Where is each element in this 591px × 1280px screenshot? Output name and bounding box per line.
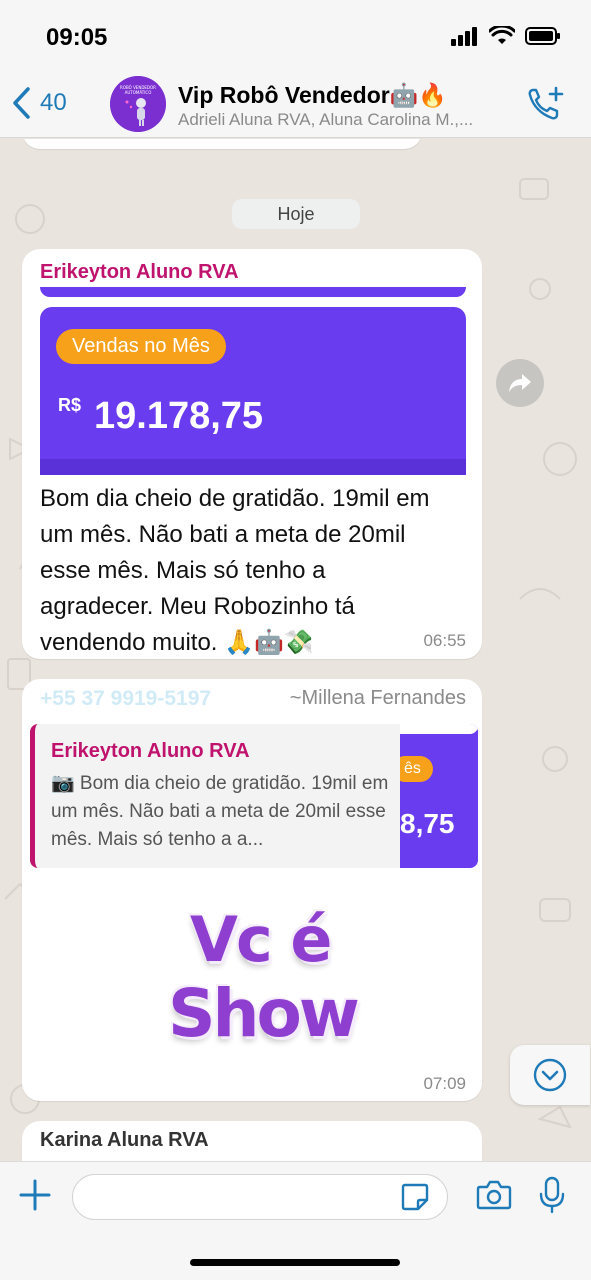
group-avatar[interactable]: ROBÔ VENDEDOR AUTOMÁTICO (110, 76, 166, 132)
chevron-left-icon (13, 87, 30, 119)
message-line: um mês. Não bati a meta de 20mil (40, 521, 406, 548)
add-call-icon (528, 86, 564, 120)
thumbnail-top-strip (400, 724, 478, 734)
message-input[interactable] (72, 1174, 448, 1220)
promo-image-top-strip (40, 287, 466, 297)
camera-icon (476, 1180, 512, 1210)
add-call-button[interactable] (527, 86, 565, 127)
currency-label: R$ (58, 395, 82, 415)
robot-avatar-icon: ROBÔ VENDEDOR AUTOMÁTICO (110, 76, 166, 132)
status-icons (451, 26, 561, 46)
message-line: vendendo muito. 🙏🤖💸 (40, 629, 314, 656)
microphone-button[interactable] (538, 1176, 566, 1219)
status-time: 09:05 (46, 24, 108, 51)
thumbnail-chip: ês (400, 756, 433, 782)
scroll-down-button[interactable] (510, 1045, 590, 1105)
group-name[interactable]: Vip Robô Vendedor🤖🔥 (178, 82, 447, 109)
date-separator: Hoje (232, 199, 360, 229)
group-members: Adrieli Aluna RVA, Aluna Carolina M.,... (178, 110, 474, 129)
chevron-down-icon (533, 1058, 567, 1092)
previous-message-bubble[interactable] (22, 139, 422, 149)
battery-icon (525, 27, 560, 45)
quoted-thumbnail: ês 8,75 (400, 724, 478, 868)
quoted-text: 📷 Bom dia cheio de gratidão. 19mil em um… (51, 773, 389, 850)
promo-card: Vendas no Mês R$ 19.178,75 (40, 307, 466, 475)
sticker-line: Show (168, 975, 360, 1052)
promo-image[interactable]: Vendas no Mês R$ 19.178,75 (40, 287, 466, 475)
sales-amount: 19.178,75 (94, 395, 264, 437)
message-time: 06:55 (423, 631, 466, 650)
camera-button[interactable] (476, 1178, 512, 1217)
sticker-line: Vc é (190, 903, 332, 976)
back-button[interactable]: 40 (12, 86, 67, 120)
message-sender[interactable]: Erikeyton Aluno RVA (40, 261, 239, 284)
microphone-icon (539, 1176, 565, 1214)
message-text: Bom dia cheio de gratidão. 19mil em um m… (40, 481, 470, 661)
forward-icon (509, 374, 531, 392)
message-time: 07:09 (423, 1074, 466, 1093)
quoted-sender: Erikeyton Aluno RVA (51, 740, 250, 762)
message-bubble[interactable]: Erikeyton Aluno RVA Vendas no Mês R$ 19.… (22, 249, 482, 659)
attach-button[interactable] (18, 1178, 52, 1217)
sender-name: ~Millena Fernandes (289, 687, 466, 709)
plus-icon (19, 1179, 51, 1211)
sticker-button[interactable] (400, 1182, 430, 1217)
message-line: Bom dia cheio de gratidão. 19mil em (40, 485, 430, 512)
message-line: esse mês. Mais só tenho a (40, 557, 326, 584)
home-indicator[interactable] (190, 1259, 400, 1266)
thumbnail-amount: 8,75 (400, 808, 455, 839)
message-line: agradecer. Meu Robozinho tá (40, 593, 355, 620)
sticker-icon (401, 1183, 429, 1211)
message-bubble[interactable]: Karina Aluna RVA (22, 1121, 482, 1161)
sales-month-chip: Vendas no Mês (56, 329, 226, 364)
status-bar: 09:05 (0, 0, 591, 72)
sender-phone[interactable]: +55 37 9919-5197 (40, 687, 211, 711)
message-sender[interactable]: Karina Aluna RVA (40, 1129, 209, 1152)
chat-area[interactable]: Hoje Erikeyton Aluno RVA Vendas no Mês R… (0, 139, 591, 1161)
svg-text:AUTOMÁTICO: AUTOMÁTICO (125, 90, 152, 95)
signal-icon (451, 27, 477, 46)
promo-card-footer (40, 459, 466, 475)
forward-button[interactable] (496, 359, 544, 407)
chat-header: 40 ROBÔ VENDEDOR AUTOMÁTICO Vip Robô Ven… (0, 72, 591, 138)
wifi-icon (489, 26, 515, 44)
quoted-message[interactable]: Erikeyton Aluno RVA 📷 Bom dia cheio de g… (30, 724, 400, 868)
unread-count: 40 (40, 89, 67, 116)
